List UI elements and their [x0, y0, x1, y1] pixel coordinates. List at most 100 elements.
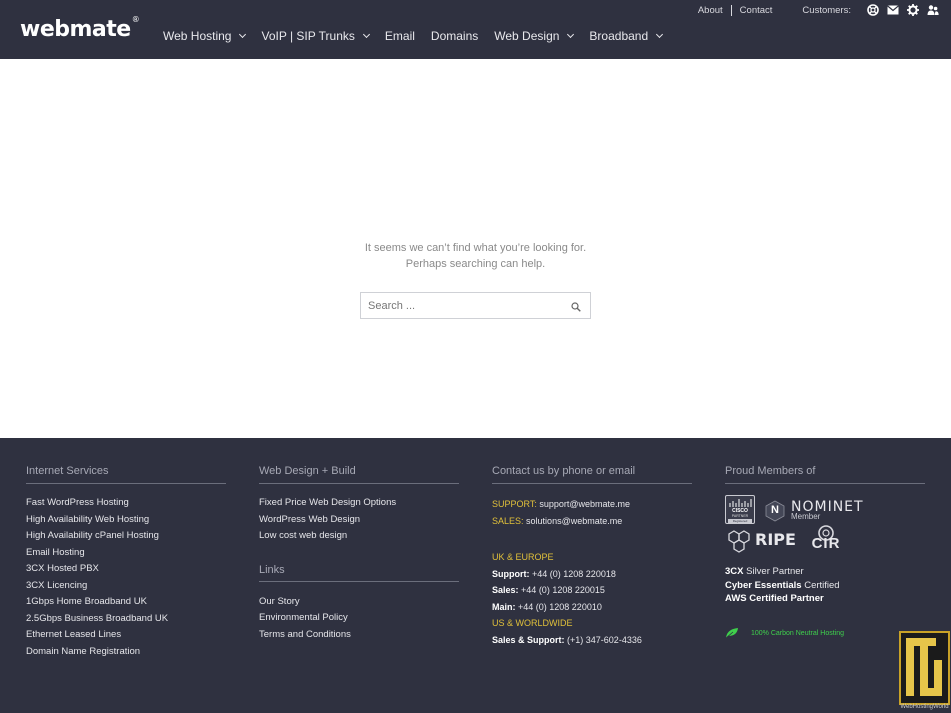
footer-link[interactable]: Email Hosting [26, 547, 85, 558]
nav-email[interactable]: Email [385, 29, 415, 43]
support-email-link[interactable]: support@webmate.me [539, 499, 630, 509]
chevron-down-icon [239, 30, 247, 39]
partner-bold: AWS Certified Partner [725, 593, 824, 604]
footer-divider [492, 483, 692, 484]
footer-link[interactable]: High Availability Web Hosting [26, 514, 149, 525]
sales-email-link[interactable]: solutions@webmate.me [526, 516, 622, 526]
nav-label: Email [384, 29, 415, 43]
footer-heading-web-design: Web Design + Build [259, 465, 356, 477]
site-logo[interactable]: webmate® [20, 14, 140, 42]
nav-label: Web Design [494, 29, 560, 43]
nav-voip[interactable]: VoIP | SIP Trunks [261, 29, 370, 43]
sales-email-line: SALES: solutions@webmate.me [492, 516, 622, 526]
support-label: SUPPORT: [492, 499, 537, 509]
phone-number[interactable]: +44 (0) 1208 220018 [532, 569, 616, 579]
logo-text: webmate [20, 17, 131, 42]
chevron-down-icon [362, 30, 370, 39]
watermark-text: WebHostingWorld [900, 704, 949, 710]
not-found-message: It seems we can’t find what you’re looki… [364, 242, 587, 254]
mail-icon[interactable] [887, 4, 899, 16]
customers-label: Customers: [802, 4, 851, 16]
search-box [360, 292, 591, 319]
carbon-neutral-text: 100% Carbon Neutral Hosting [751, 630, 844, 637]
about-link[interactable]: About [698, 5, 723, 16]
chevron-down-icon [567, 30, 575, 39]
contact-link[interactable]: Contact [740, 5, 773, 16]
partner-line: Cyber Essentials Certified [725, 580, 840, 591]
footer-link[interactable]: 3CX Hosted PBX [26, 563, 99, 574]
footer-link[interactable]: Environmental Policy [259, 612, 348, 623]
partner-rest: Certified [801, 580, 840, 591]
cisco-bars-icon [729, 499, 752, 507]
footer-divider [259, 483, 459, 484]
phone-line: Sales & Support: (+1) 347-602-4336 [492, 635, 642, 645]
gear-icon[interactable] [907, 4, 919, 16]
sales-label: SALES: [492, 516, 524, 526]
webhostingworld-watermark: WebHostingWorld [898, 630, 951, 713]
cisco-partner-text: PARTNER [731, 514, 749, 518]
partner-rest: Silver Partner [743, 566, 804, 577]
footer-link[interactable]: 2.5Gbps Business Broadband UK [26, 613, 168, 624]
footer-divider [259, 581, 459, 582]
footer-link[interactable]: Fixed Price Web Design Options [259, 497, 396, 508]
cir-logo: CIR [803, 524, 849, 552]
ripe-logo-icon [726, 529, 752, 553]
nav-label: Broadband [589, 29, 649, 43]
nav-broadband[interactable]: Broadband [589, 29, 664, 43]
footer-link[interactable]: Domain Name Registration [26, 646, 140, 657]
footer-heading-links: Links [259, 564, 285, 576]
footer-link[interactable]: WordPress Web Design [259, 514, 360, 525]
support-icon[interactable] [867, 4, 879, 16]
search-input[interactable] [361, 293, 561, 318]
support-email-line: SUPPORT: support@webmate.me [492, 499, 630, 509]
search-suggestion: Perhaps searching can help. [405, 258, 546, 270]
nav-label: Domains [430, 29, 479, 43]
footer-link[interactable]: Fast WordPress Hosting [26, 497, 129, 508]
phone-line: Support: +44 (0) 1208 220018 [492, 569, 616, 579]
phone-line: Sales: +44 (0) 1208 220015 [492, 585, 605, 595]
footer-divider [725, 483, 925, 484]
leaf-icon [725, 626, 739, 639]
top-bar: About Contact Customers: [698, 4, 939, 16]
cisco-partner-logo: CISCO PARTNER Registered [725, 495, 755, 524]
users-icon[interactable] [927, 4, 939, 16]
cisco-registered-text: Registered [728, 519, 752, 523]
nav-web-design[interactable]: Web Design [494, 29, 575, 43]
partner-bold: Cyber Essentials [725, 580, 802, 591]
footer-heading-internet-services: Internet Services [26, 465, 109, 477]
search-icon[interactable] [571, 299, 583, 312]
phone-label: Sales & Support: [492, 635, 565, 645]
site-header: webmate® Web Hosting VoIP | SIP Trunks E… [0, 0, 951, 59]
uk-europe-heading: UK & EUROPE [492, 552, 554, 562]
footer-link[interactable]: 3CX Licencing [26, 580, 87, 591]
nav-label: Web Hosting [163, 29, 232, 43]
footer-link[interactable]: Ethernet Leased Lines [26, 629, 121, 640]
divider [730, 4, 732, 16]
footer-heading-members: Proud Members of [725, 465, 816, 477]
phone-number[interactable]: +44 (0) 1208 220015 [521, 585, 605, 595]
footer-link[interactable]: Our Story [259, 596, 300, 607]
footer-link[interactable]: Low cost web design [259, 530, 347, 541]
chevron-down-icon [656, 30, 664, 39]
phone-number[interactable]: (+1) 347-602-4336 [567, 635, 642, 645]
site-footer: Internet Services Fast WordPress Hosting… [0, 438, 951, 713]
footer-link[interactable]: High Availability cPanel Hosting [26, 530, 159, 541]
partner-line: AWS Certified Partner [725, 593, 824, 604]
footer-link[interactable]: 1Gbps Home Broadband UK [26, 596, 147, 607]
logo-registered-mark: ® [131, 14, 140, 24]
phone-number[interactable]: +44 (0) 1208 220010 [518, 602, 602, 612]
footer-divider [26, 483, 226, 484]
nav-web-hosting[interactable]: Web Hosting [163, 29, 247, 43]
phone-label: Sales: [492, 585, 519, 595]
ripe-text: RIPE [755, 530, 796, 549]
nominet-letter: N [771, 504, 779, 516]
footer-heading-contact: Contact us by phone or email [492, 465, 636, 477]
phone-label: Support: [492, 569, 530, 579]
nav-domains[interactable]: Domains [431, 29, 478, 43]
main-nav: Web Hosting VoIP | SIP Trunks Email Doma… [163, 29, 678, 43]
phone-line: Main: +44 (0) 1208 220010 [492, 602, 602, 612]
footer-link[interactable]: Terms and Conditions [259, 629, 351, 640]
nominet-logo-mark: N [764, 500, 786, 522]
partner-bold: 3CX [725, 566, 744, 577]
us-worldwide-heading: US & WORLDWIDE [492, 618, 573, 628]
